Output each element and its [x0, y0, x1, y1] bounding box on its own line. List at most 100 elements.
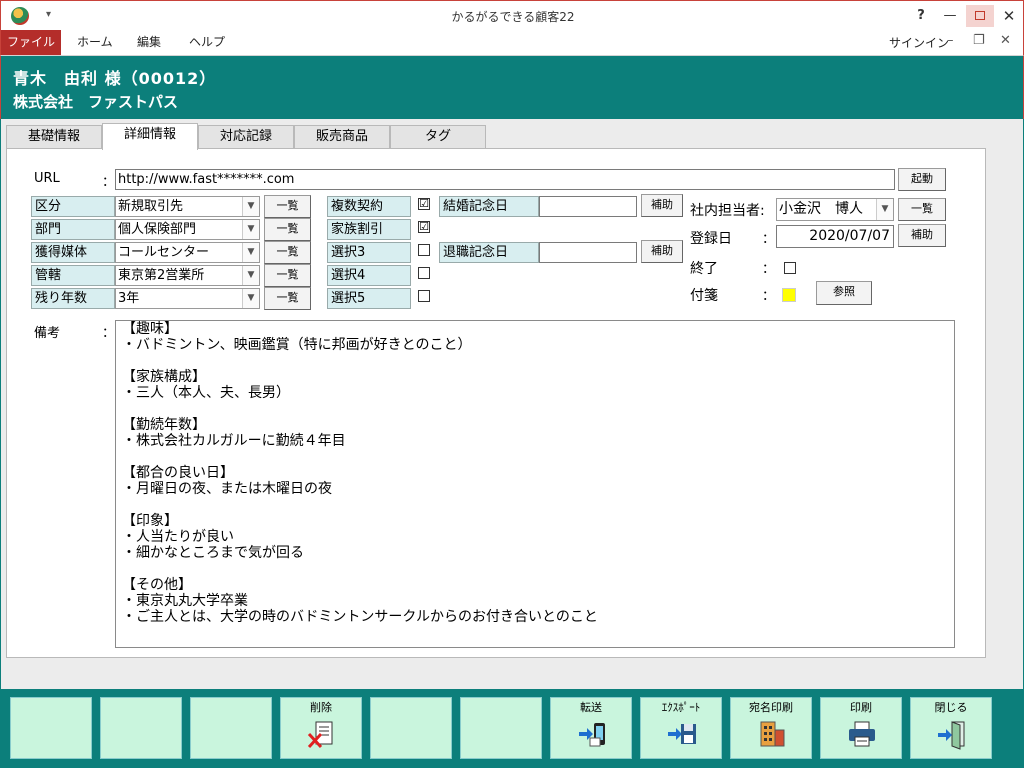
ribbon-tab-file[interactable]: ファイル [1, 30, 61, 55]
chevron-down-icon[interactable]: ▼ [876, 199, 893, 220]
help-button[interactable]: ? [907, 5, 935, 27]
staff-select[interactable]: 小金沢 博人 ▼ [776, 198, 894, 221]
wedding-anniversary-input[interactable] [539, 196, 637, 217]
category-label: 区分 [31, 196, 115, 217]
department-label: 部門 [31, 219, 115, 240]
registration-aux-button[interactable]: 補助 [898, 224, 946, 247]
family-discount-checkbox[interactable]: ☑ [418, 221, 430, 233]
ribbon-tab-home[interactable]: ホーム [63, 30, 127, 55]
wedding-aux-button[interactable]: 補助 [641, 194, 683, 217]
sticky-note-label: 付箋 [690, 288, 718, 304]
category-list-button[interactable]: 一覧 [264, 195, 311, 218]
footer-button-blank-4[interactable] [370, 697, 452, 759]
customer-header: 青木 由利 様（00012） 株式会社 ファストパス [0, 56, 1024, 119]
building-icon [760, 721, 785, 747]
staff-label: 社内担当者: [690, 203, 765, 219]
tab-tags[interactable]: タグ [390, 125, 486, 149]
remaining-years-value: 3年 [118, 291, 140, 306]
close-window-button[interactable]: ✕ [995, 5, 1023, 27]
memo-textarea[interactable]: 【趣味】 ・バドミントン、映画鑑賞（特に邦画が好きとのこと） 【家族構成】 ・三… [115, 320, 955, 648]
print-button-label: 印刷 [850, 701, 872, 714]
media-value: コールセンター [118, 245, 210, 260]
memo-label: 備考 [34, 326, 61, 341]
media-label: 獲得媒体 [31, 242, 115, 263]
chevron-down-icon[interactable]: ▼ [242, 243, 259, 262]
customer-name: 青木 由利 様（00012） [13, 69, 217, 88]
printer-icon [849, 721, 875, 747]
option5-label: 選択5 [327, 288, 411, 309]
retirement-anniversary-input[interactable] [539, 242, 637, 263]
url-colon: ： [102, 175, 116, 190]
jurisdiction-select[interactable]: 東京第2営業所 ▼ [115, 265, 260, 286]
ribbon-tab-edit[interactable]: 編集 [123, 30, 175, 55]
registration-date-label: 登録日 [690, 231, 732, 247]
close-form-button[interactable]: 閉じる [910, 697, 992, 759]
tab-history[interactable]: 対応記録 [198, 125, 294, 149]
sticky-note-colon: ： [762, 289, 776, 304]
registration-date-input[interactable]: 2020/07/07 [776, 225, 894, 248]
company-name: 株式会社 ファストパス [13, 93, 179, 111]
maximize-icon [975, 11, 985, 20]
minimize-button[interactable]: — [936, 5, 964, 27]
media-select[interactable]: コールセンター ▼ [115, 242, 260, 263]
transfer-button-label: 転送 [580, 701, 602, 714]
multi-contract-label: 複数契約 [327, 196, 411, 217]
remaining-years-list-button[interactable]: 一覧 [264, 287, 311, 310]
chevron-down-icon[interactable]: ▼ [242, 220, 259, 239]
option4-label: 選択4 [327, 265, 411, 286]
category-select[interactable]: 新規取引先 ▼ [115, 196, 260, 217]
reference-button[interactable]: 参照 [816, 281, 872, 305]
save-export-icon [668, 724, 696, 744]
end-colon: ： [762, 262, 776, 277]
tab-sales-products[interactable]: 販売商品 [294, 125, 390, 149]
memo-colon: ： [102, 326, 116, 341]
delete-button-label: 削除 [310, 701, 332, 714]
chevron-down-icon[interactable]: ▼ [242, 197, 259, 216]
delete-button[interactable]: 削除 [280, 697, 362, 759]
chevron-down-icon[interactable]: ▼ [242, 266, 259, 285]
delete-icon [307, 721, 333, 749]
jurisdiction-list-button[interactable]: 一覧 [264, 264, 311, 287]
department-list-button[interactable]: 一覧 [264, 218, 311, 241]
chevron-down-icon[interactable]: ▼ [242, 289, 259, 308]
department-select[interactable]: 個人保険部門 ▼ [115, 219, 260, 240]
address-print-button[interactable]: 宛名印刷 [730, 697, 812, 759]
maximize-button[interactable] [966, 5, 994, 27]
title-bar: ▾ かるがるできる顧客22 ? — ✕ [0, 0, 1024, 30]
export-button[interactable]: ｴｸｽﾎﾟｰﾄ [640, 697, 722, 759]
retirement-aux-button[interactable]: 補助 [641, 240, 683, 263]
option5-checkbox[interactable] [418, 290, 430, 302]
option3-checkbox[interactable] [418, 244, 430, 256]
signin-link[interactable]: サインイン [889, 34, 949, 51]
tab-basic-info[interactable]: 基礎情報 [6, 125, 102, 149]
category-value: 新規取引先 [118, 199, 184, 214]
footer-button-blank-1[interactable] [10, 697, 92, 759]
multi-contract-checkbox[interactable]: ☑ [418, 198, 430, 210]
url-input[interactable]: http://www.fast*******.com [115, 169, 895, 190]
ribbon-tab-help[interactable]: ヘルプ [175, 30, 239, 55]
doc-restore-button[interactable]: ❐ [973, 33, 985, 48]
registration-colon: ： [762, 232, 776, 247]
footer-button-blank-3[interactable] [190, 697, 272, 759]
doc-minimize-button[interactable]: – [947, 33, 954, 48]
doc-close-button[interactable]: ✕ [1000, 33, 1011, 48]
media-list-button[interactable]: 一覧 [264, 241, 311, 264]
print-button[interactable]: 印刷 [820, 697, 902, 759]
sticky-note-color-swatch[interactable] [782, 288, 796, 302]
launch-button[interactable]: 起動 [898, 168, 946, 191]
family-discount-label: 家族割引 [327, 219, 411, 240]
tab-detail-info[interactable]: 詳細情報 [102, 123, 198, 150]
transfer-button[interactable]: 転送 [550, 697, 632, 759]
end-checkbox[interactable] [784, 262, 796, 274]
address-print-button-label: 宛名印刷 [749, 701, 793, 714]
footer-button-blank-5[interactable] [460, 697, 542, 759]
staff-list-button[interactable]: 一覧 [898, 198, 946, 221]
jurisdiction-value: 東京第2営業所 [118, 268, 205, 283]
remaining-years-label: 残り年数 [31, 288, 115, 309]
remaining-years-select[interactable]: 3年 ▼ [115, 288, 260, 309]
footer-button-blank-2[interactable] [100, 697, 182, 759]
option4-checkbox[interactable] [418, 267, 430, 279]
staff-value: 小金沢 博人 [779, 201, 863, 217]
transfer-icon [579, 723, 605, 747]
retirement-anniversary-label: 退職記念日 [439, 242, 539, 263]
